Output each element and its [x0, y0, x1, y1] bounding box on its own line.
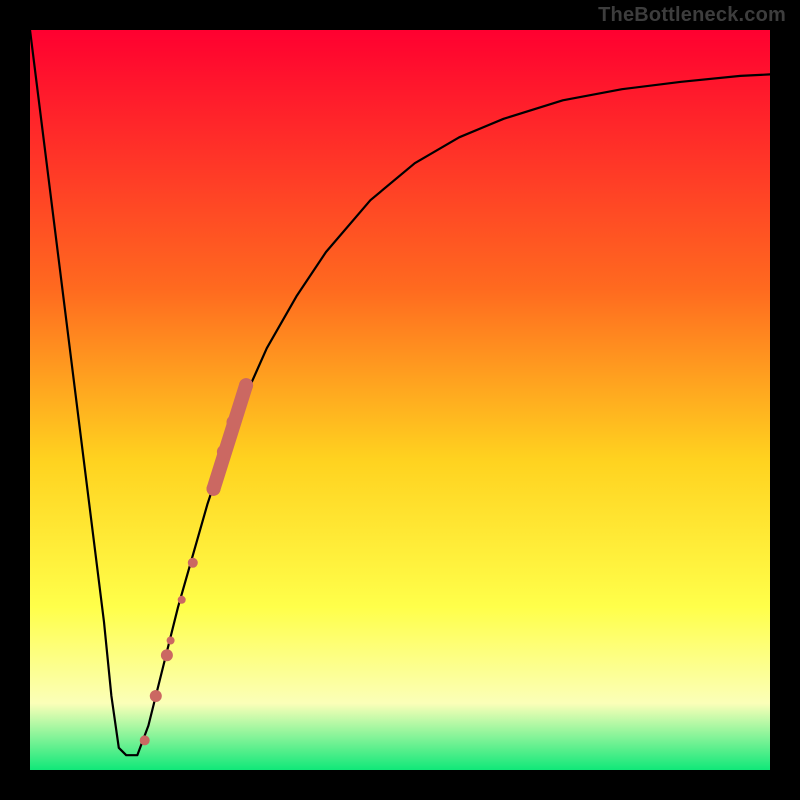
marker-dot	[140, 735, 150, 745]
marker-dot	[161, 649, 173, 661]
bottleneck-chart	[0, 0, 800, 800]
marker-dot	[188, 558, 198, 568]
marker-dot	[207, 482, 221, 496]
marker-dot	[217, 445, 231, 459]
marker-dot	[178, 596, 186, 604]
chart-container: { "watermark": "TheBottleneck.com", "col…	[0, 0, 800, 800]
marker-dot	[227, 415, 241, 429]
marker-dot	[150, 690, 162, 702]
marker-dot	[239, 378, 253, 392]
watermark-text: TheBottleneck.com	[598, 4, 786, 27]
plot-background	[30, 30, 770, 770]
marker-dot	[167, 637, 175, 645]
